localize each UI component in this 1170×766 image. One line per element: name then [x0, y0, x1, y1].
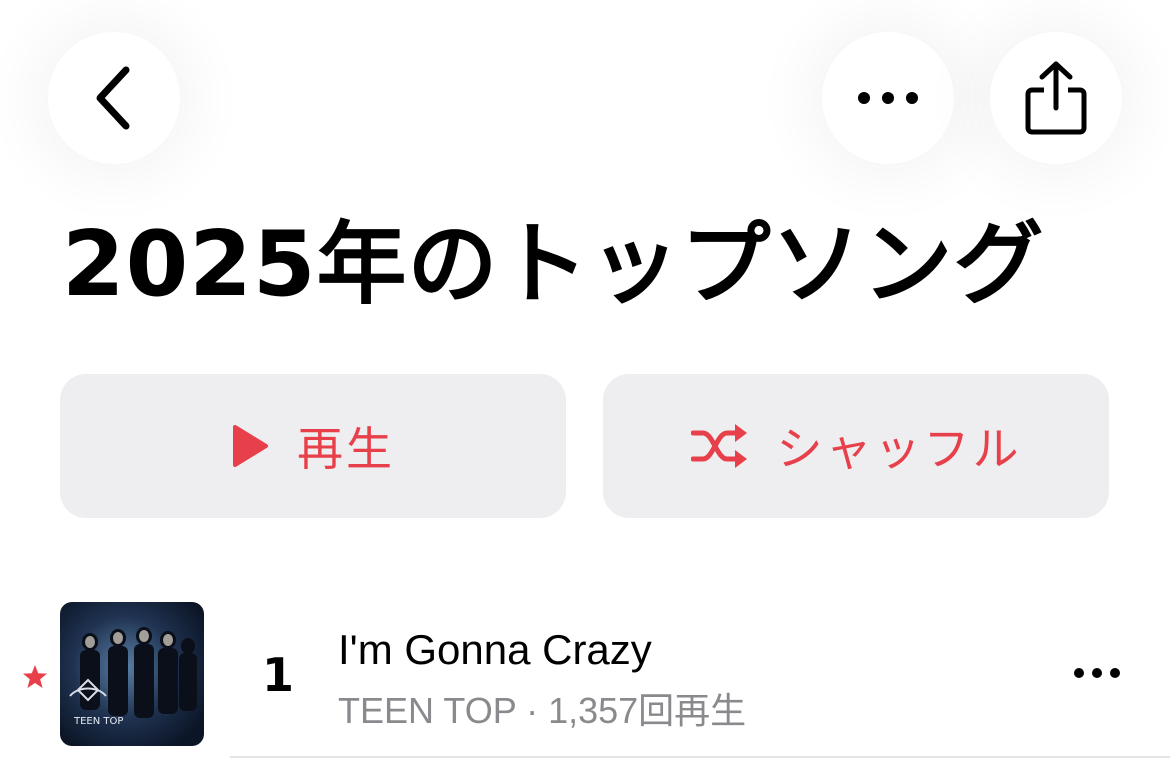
track-play-count: 1,357回再生: [548, 690, 747, 731]
track-meta: TEEN TOP · 1,357回再生: [338, 682, 746, 734]
shuffle-button[interactable]: シャッフル: [603, 374, 1109, 518]
ellipsis-icon: [858, 92, 918, 104]
play-label: 再生: [297, 422, 395, 476]
shuffle-label: シャッフル: [776, 422, 1022, 476]
track-more-button[interactable]: [1072, 658, 1122, 688]
page-title: 2025年のトップソング: [62, 212, 1045, 317]
chevron-left-icon: [96, 66, 130, 130]
track-title: I'm Gonna Crazy: [338, 626, 652, 673]
track-rank: 1: [262, 648, 295, 702]
share-icon: [1025, 61, 1087, 135]
row-separator: [230, 756, 1170, 758]
album-artwork[interactable]: TEEN TOP: [60, 602, 204, 746]
favorite-star-icon: [23, 665, 47, 688]
play-icon: [233, 425, 268, 467]
track-row[interactable]: TEEN TOP 1 I'm Gonna Crazy TEEN TOP · 1,…: [0, 600, 1170, 766]
track-artist: TEEN TOP: [338, 690, 517, 731]
meta-separator: ·: [516, 690, 549, 731]
play-button[interactable]: 再生: [60, 374, 566, 518]
more-options-button[interactable]: [822, 32, 954, 164]
shuffle-icon: [690, 424, 747, 468]
share-button[interactable]: [990, 32, 1122, 164]
ellipsis-icon: [1074, 668, 1120, 678]
album-artwork-image: TEEN TOP: [60, 602, 204, 746]
back-button[interactable]: [48, 32, 180, 164]
artwork-text: TEEN TOP: [73, 716, 123, 727]
